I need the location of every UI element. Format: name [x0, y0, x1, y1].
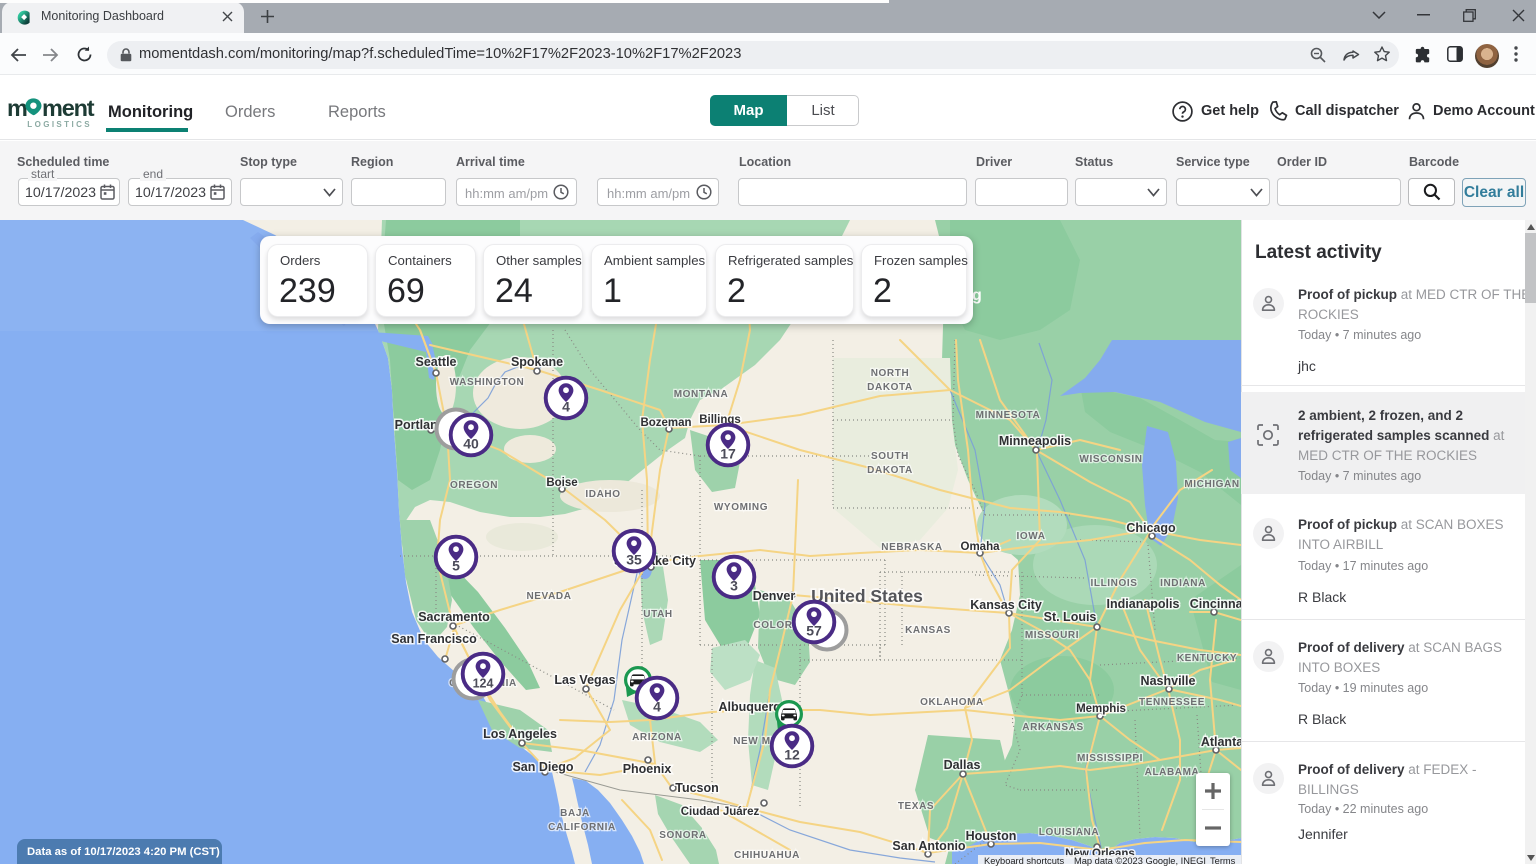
svg-text:Atlanta: Atlanta	[1201, 735, 1241, 749]
svg-text:WYOMING: WYOMING	[714, 502, 768, 513]
svg-text:TENNESSEE: TENNESSEE	[1139, 697, 1205, 708]
svg-text:MONTANA: MONTANA	[674, 389, 729, 400]
svg-text:KANSAS: KANSAS	[905, 625, 951, 636]
svg-text:Chicago: Chicago	[1126, 521, 1176, 535]
svg-text:IDAHO: IDAHO	[585, 489, 620, 500]
svg-text:NEVADA: NEVADA	[526, 591, 571, 602]
svg-text:United States: United States	[811, 586, 923, 606]
svg-text:Dallas: Dallas	[944, 758, 981, 772]
svg-text:SONORA: SONORA	[659, 830, 707, 841]
svg-text:CHIHUAHUA: CHIHUAHUA	[734, 850, 800, 861]
svg-text:5: 5	[452, 558, 460, 574]
svg-text:4: 4	[653, 699, 661, 715]
svg-text:Nashville: Nashville	[1141, 674, 1196, 688]
svg-text:Boise: Boise	[546, 477, 577, 489]
svg-text:Spokane: Spokane	[511, 355, 563, 369]
svg-text:Minneapolis: Minneapolis	[999, 434, 1071, 448]
svg-text:MISSISSIPPI: MISSISSIPPI	[1077, 753, 1143, 764]
svg-text:Memphis: Memphis	[1076, 703, 1126, 715]
svg-text:57: 57	[806, 623, 822, 639]
svg-text:Seattle: Seattle	[416, 355, 457, 369]
svg-text:Sacramento: Sacramento	[418, 610, 490, 624]
svg-text:35: 35	[626, 552, 642, 568]
svg-text:Denver: Denver	[753, 589, 796, 603]
svg-text:LOGISTICS: LOGISTICS	[27, 120, 92, 129]
svg-text:Indianapolis: Indianapolis	[1107, 597, 1180, 611]
svg-text:Ciudad Juárez: Ciudad Juárez	[681, 806, 760, 818]
svg-text:WASHINGTON: WASHINGTON	[450, 377, 525, 388]
svg-text:UTAH: UTAH	[643, 609, 672, 620]
svg-text:Phoenix: Phoenix	[623, 762, 672, 776]
svg-text:KENTUCKY: KENTUCKY	[1177, 653, 1237, 664]
svg-text:MINNESOTA: MINNESOTA	[976, 410, 1041, 421]
svg-text:3: 3	[730, 578, 738, 594]
svg-text:San Francisco: San Francisco	[391, 632, 477, 646]
svg-text:LOUISIANA: LOUISIANA	[1039, 827, 1099, 838]
svg-text:TEXAS: TEXAS	[898, 801, 934, 812]
svg-text:Las Vegas: Las Vegas	[554, 673, 615, 687]
svg-text:DAKOTA: DAKOTA	[867, 382, 913, 393]
svg-text:ARIZONA: ARIZONA	[632, 732, 682, 743]
svg-text:Kansas City: Kansas City	[970, 598, 1042, 612]
svg-text:Houston: Houston	[966, 829, 1017, 843]
svg-text:g: g	[972, 287, 982, 304]
svg-text:Omaha: Omaha	[961, 541, 1001, 553]
svg-text:ALABAMA: ALABAMA	[1145, 767, 1200, 778]
svg-text:DAKOTA: DAKOTA	[867, 465, 913, 476]
svg-text:ARKANSAS: ARKANSAS	[1022, 722, 1083, 733]
svg-text:BAJA: BAJA	[560, 808, 590, 819]
svg-text:Bozeman: Bozeman	[640, 417, 691, 429]
svg-text:124: 124	[473, 677, 494, 691]
svg-text:Los Angeles: Los Angeles	[483, 727, 557, 741]
svg-text:MICHIGAN: MICHIGAN	[1184, 479, 1239, 490]
svg-text:OKLAHOMA: OKLAHOMA	[920, 697, 984, 708]
svg-text:MISSOURI: MISSOURI	[1025, 630, 1079, 641]
svg-text:17: 17	[720, 446, 736, 462]
svg-text:NEBRASKA: NEBRASKA	[881, 542, 942, 553]
svg-text:m: m	[8, 95, 27, 121]
svg-text:CALIFORNIA: CALIFORNIA	[548, 822, 616, 833]
svg-text:Tucson: Tucson	[675, 781, 719, 795]
svg-text:IOWA: IOWA	[1016, 531, 1045, 542]
svg-text:San Antonio: San Antonio	[892, 839, 966, 853]
svg-text:SOUTH: SOUTH	[871, 451, 909, 462]
svg-text:40: 40	[463, 436, 479, 452]
svg-text:San Diego: San Diego	[512, 760, 573, 774]
svg-text:WISCONSIN: WISCONSIN	[1079, 454, 1142, 465]
svg-text:ILLINOIS: ILLINOIS	[1090, 578, 1137, 589]
svg-text:OREGON: OREGON	[450, 480, 498, 491]
svg-text:ment: ment	[42, 95, 95, 121]
svg-text:INDIANA: INDIANA	[1160, 578, 1206, 589]
svg-text:4: 4	[562, 399, 570, 415]
svg-text:Cincinnati: Cincinnati	[1190, 597, 1241, 611]
svg-text:St. Louis: St. Louis	[1044, 610, 1097, 624]
svg-text:12: 12	[784, 747, 800, 763]
svg-text:NORTH: NORTH	[871, 368, 910, 379]
